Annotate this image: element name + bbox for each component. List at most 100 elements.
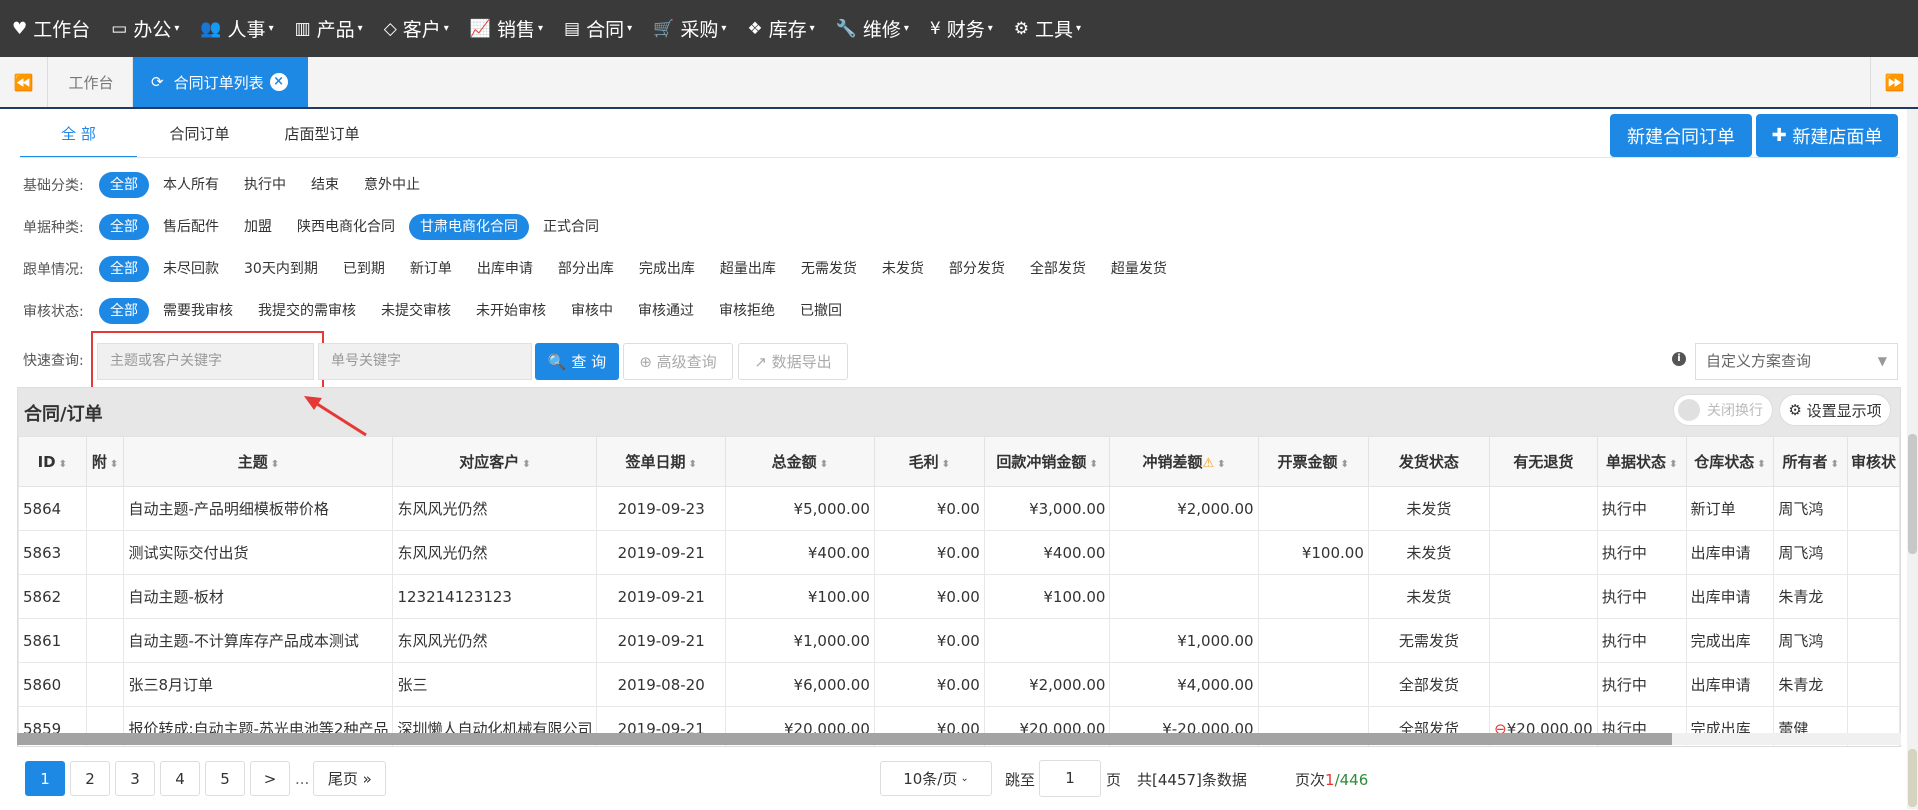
- filter-chip[interactable]: 本人所有: [152, 172, 230, 198]
- vertical-scrollbar[interactable]: [1907, 109, 1918, 809]
- filter-chip[interactable]: 需要我审核: [152, 298, 244, 324]
- filter-chip[interactable]: 售后配件: [152, 214, 230, 240]
- horizontal-scrollbar-track[interactable]: [1672, 733, 1901, 745]
- page-button[interactable]: 4: [160, 761, 200, 796]
- sort-icon[interactable]: ⬍: [1669, 459, 1677, 470]
- filter-chip[interactable]: 无需发货: [790, 256, 868, 282]
- nav-item-7[interactable]: 🛒 采购 ▾: [653, 15, 726, 42]
- filter-chip[interactable]: 审核中: [560, 298, 624, 324]
- subtab-contract-orders[interactable]: 合同订单: [137, 113, 262, 158]
- filter-chip[interactable]: 陕西电商化合同: [286, 214, 406, 240]
- table-row[interactable]: 5863 测试实际交付出货 东风风光仍然 2019-09-21 ¥400.00 ¥0.00…: [18, 530, 1900, 575]
- subtab-store-orders[interactable]: 店面型订单: [262, 113, 382, 158]
- filter-chip[interactable]: 执行中: [233, 172, 297, 198]
- filter-chip[interactable]: 未尽回款: [152, 256, 230, 282]
- tab-scroll-left-icon[interactable]: ⏪: [0, 57, 48, 107]
- cell-customer-link[interactable]: 张三: [392, 662, 598, 707]
- filter-chip[interactable]: 超量出库: [709, 256, 787, 282]
- filter-chip[interactable]: 未开始审核: [465, 298, 557, 324]
- page-button[interactable]: 2: [70, 761, 110, 796]
- filter-chip[interactable]: 30天内到期: [233, 256, 329, 282]
- filter-chip[interactable]: 未提交审核: [370, 298, 462, 324]
- filter-chip[interactable]: 全部发货: [1019, 256, 1097, 282]
- sort-icon[interactable]: ⬍: [942, 459, 950, 470]
- nav-item-0[interactable]: ♥ 工作台: [12, 15, 90, 42]
- column-header[interactable]: 冲销差额⚠ ⬍: [1109, 436, 1259, 487]
- filter-chip[interactable]: 我提交的需审核: [247, 298, 367, 324]
- filter-chip[interactable]: 超量发货: [1100, 256, 1178, 282]
- close-tab-icon[interactable]: ×: [269, 73, 288, 91]
- nav-item-10[interactable]: ¥ 财务 ▾: [930, 15, 993, 42]
- filter-chip[interactable]: 完成出库: [628, 256, 706, 282]
- filter-chip[interactable]: 已到期: [332, 256, 396, 282]
- cell-subject-link[interactable]: 自动主题-产品明细模板带价格: [123, 486, 394, 531]
- jump-page-input[interactable]: 1: [1039, 760, 1101, 797]
- filter-chip[interactable]: 全部: [99, 256, 149, 282]
- tab-contract-order-list[interactable]: ⟳ 合同订单列表 ×: [133, 57, 308, 107]
- last-page-button[interactable]: 尾页 »: [313, 761, 387, 796]
- sort-icon[interactable]: ⬍: [1830, 459, 1838, 470]
- filter-chip[interactable]: 未发货: [871, 256, 935, 282]
- filter-chip[interactable]: 结束: [300, 172, 350, 198]
- table-row[interactable]: 5861 自动主题-不计算库存产品成本测试 东风风光仍然 2019-09-21 ¥1,0…: [18, 618, 1900, 663]
- column-header[interactable]: 对应客户 ⬍: [392, 436, 598, 487]
- wrap-toggle[interactable]: 关闭换行: [1673, 394, 1773, 426]
- filter-chip[interactable]: 加盟: [233, 214, 283, 240]
- column-header[interactable]: 总金额 ⬍: [724, 436, 875, 487]
- table-row[interactable]: 5862 自动主题-板材 123214123123 2019-09-21 ¥100.00…: [18, 574, 1900, 619]
- nav-item-11[interactable]: ⚙ 工具 ▾: [1014, 15, 1081, 42]
- page-button[interactable]: 1: [25, 761, 65, 796]
- sort-icon[interactable]: ⬍: [1757, 459, 1765, 470]
- column-header[interactable]: 开票金额 ⬍: [1257, 436, 1369, 487]
- nav-item-3[interactable]: ▥ 产品 ▾: [295, 15, 363, 42]
- nav-item-4[interactable]: ◇ 客户 ▾: [384, 15, 449, 42]
- sort-icon[interactable]: ⬍: [522, 459, 530, 470]
- nav-item-9[interactable]: 🔧 维修 ▾: [836, 15, 909, 42]
- filter-chip[interactable]: 正式合同: [532, 214, 610, 240]
- column-header[interactable]: 主题 ⬍: [123, 436, 394, 487]
- advanced-search-button[interactable]: ⊕ 高级查询: [623, 343, 733, 380]
- sort-icon[interactable]: ⬍: [59, 459, 67, 470]
- cell-subject-link[interactable]: 自动主题-不计算库存产品成本测试: [123, 618, 394, 663]
- column-header[interactable]: ID ⬍: [18, 436, 87, 487]
- sort-icon[interactable]: ⬍: [1089, 459, 1097, 470]
- filter-chip[interactable]: 审核拒绝: [708, 298, 786, 324]
- nav-item-1[interactable]: ▭ 办公 ▾: [111, 15, 179, 42]
- nav-item-2[interactable]: 👥 人事 ▾: [200, 15, 273, 42]
- cell-customer-link[interactable]: 123214123123: [392, 574, 598, 619]
- sort-icon[interactable]: ⬍: [271, 459, 279, 470]
- search-button[interactable]: 🔍 查 询: [535, 343, 619, 380]
- nav-item-6[interactable]: ▤ 合同 ▾: [564, 15, 632, 42]
- sort-icon[interactable]: ⬍: [1217, 459, 1225, 470]
- column-header[interactable]: 单据状态 ⬍: [1596, 436, 1687, 487]
- new-contract-order-button[interactable]: 新建合同订单: [1610, 114, 1752, 157]
- table-row[interactable]: 5864 自动主题-产品明细模板带价格 东风风光仍然 2019-09-23 ¥5,000…: [18, 486, 1900, 531]
- filter-chip[interactable]: 全部: [99, 172, 149, 198]
- subtab-all[interactable]: 全 部: [20, 113, 137, 158]
- filter-chip[interactable]: 新订单: [399, 256, 463, 282]
- filter-chip[interactable]: 全部: [99, 214, 149, 240]
- column-header[interactable]: 仓库状态 ⬍: [1685, 436, 1775, 487]
- column-header[interactable]: 附 ⬍: [85, 436, 125, 487]
- sort-icon[interactable]: ⬍: [820, 459, 828, 470]
- page-button[interactable]: >: [250, 761, 290, 796]
- nav-item-8[interactable]: ❖ 库存 ▾: [747, 15, 814, 42]
- page-button[interactable]: 5: [205, 761, 245, 796]
- keyword-search-input[interactable]: 主题或客户关键字: [97, 343, 314, 380]
- filter-chip[interactable]: 审核通过: [627, 298, 705, 324]
- cell-subject-link[interactable]: 张三8月订单: [123, 662, 394, 707]
- cell-subject-link[interactable]: 测试实际交付出货: [123, 530, 394, 575]
- number-search-input[interactable]: 单号关键字: [318, 343, 532, 380]
- filter-chip[interactable]: 意外中止: [353, 172, 431, 198]
- filter-chip[interactable]: 部分出库: [547, 256, 625, 282]
- scrollbar-thumb-lower[interactable]: [1908, 749, 1917, 807]
- tab-scroll-right-icon[interactable]: ⏩: [1870, 57, 1918, 107]
- column-header[interactable]: 签单日期 ⬍: [596, 436, 726, 487]
- page-button[interactable]: 3: [115, 761, 155, 796]
- sort-icon[interactable]: ⬍: [1341, 459, 1349, 470]
- filter-chip[interactable]: 甘肃电商化合同: [409, 214, 529, 240]
- new-store-order-button[interactable]: ✚ 新建店面单: [1756, 114, 1898, 157]
- custom-scheme-select[interactable]: 自定义方案查询 ▼: [1695, 343, 1898, 380]
- refresh-icon[interactable]: ⟳: [151, 73, 164, 91]
- column-header[interactable]: 回款冲销金额 ⬍: [983, 436, 1111, 487]
